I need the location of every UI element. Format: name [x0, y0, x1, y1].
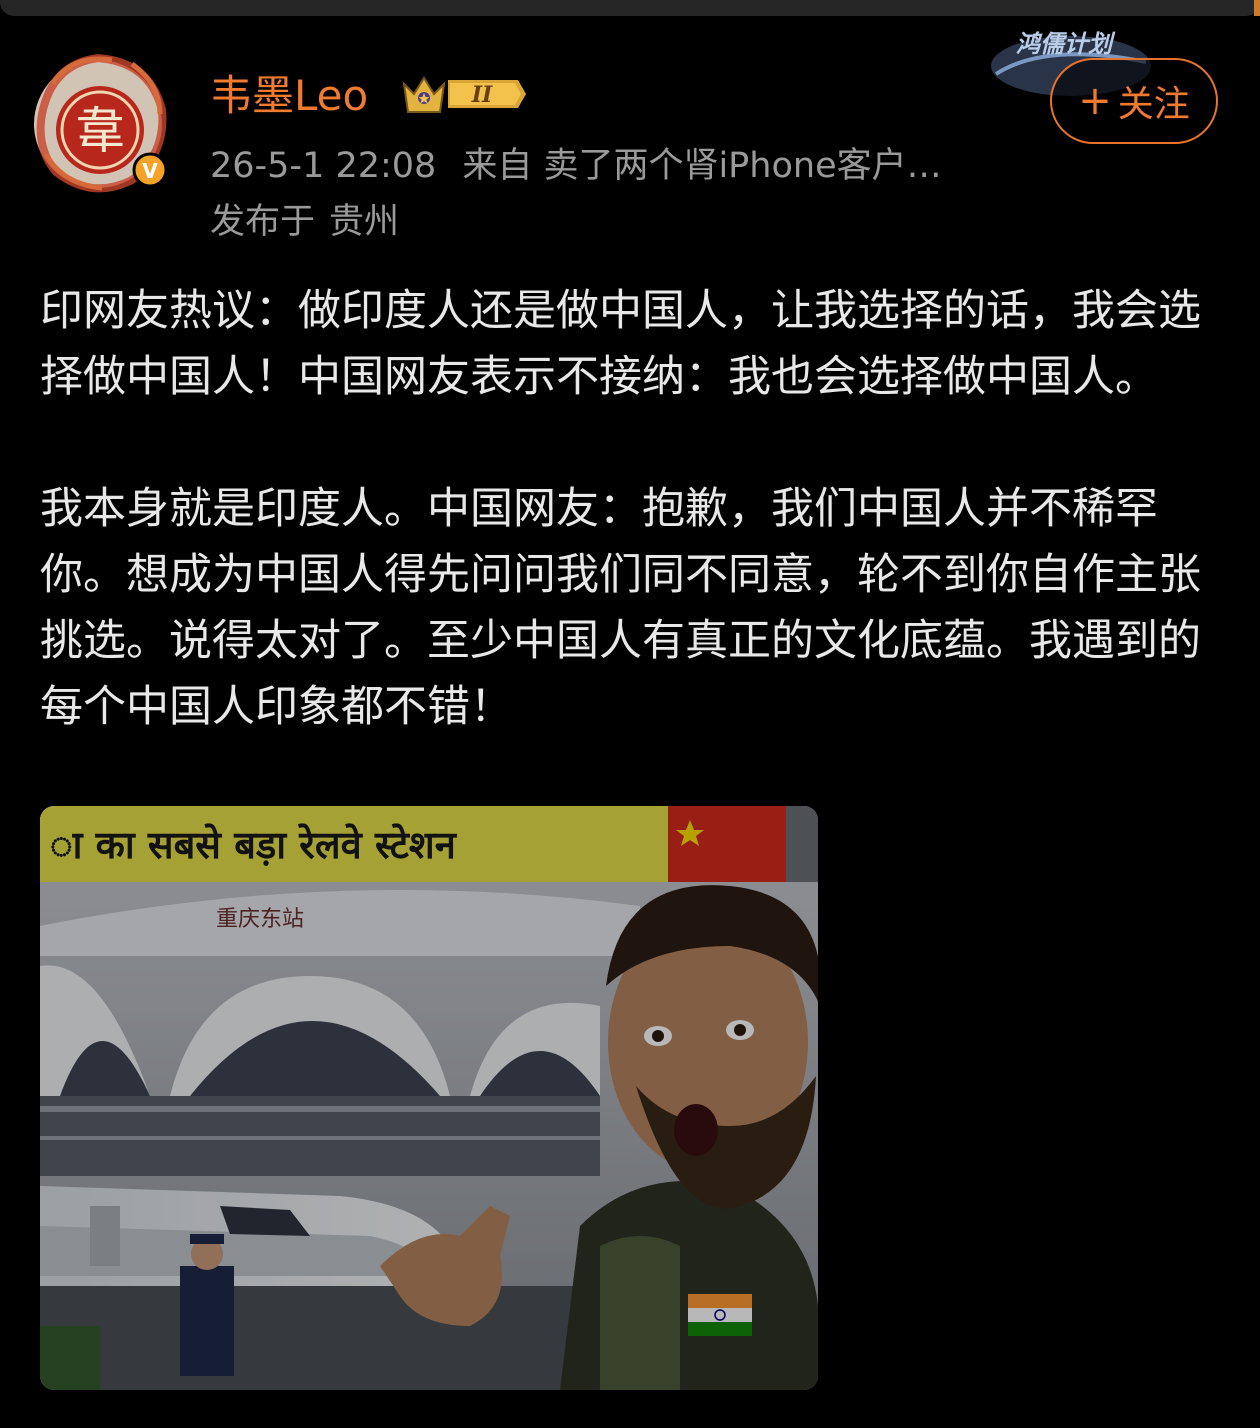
- follow-button[interactable]: + 关注: [1050, 58, 1218, 144]
- verified-icon: V: [142, 159, 158, 183]
- post-timestamp: 26-5-1 22:08: [210, 146, 437, 186]
- post-body: 印网友热议：做印度人还是做中国人，让我选择的话，我会选择做中国人！中国网友表示不…: [40, 278, 1220, 740]
- post-paragraph-2: 我本身就是印度人。中国网友：抱歉，我们中国人并不稀罕你。想成为中国人得先问问我们…: [40, 484, 1201, 732]
- author-name[interactable]: 韦墨Leo: [210, 70, 368, 122]
- avatar-char: 韋: [75, 102, 125, 160]
- avatar[interactable]: 韋 V: [32, 44, 172, 194]
- post-image[interactable]: ा का सबसे बड़ा रेलवे स्टेशन 重庆东站: [40, 806, 818, 1390]
- avatar-image: 韋 V: [34, 53, 168, 193]
- post-location: 发布于 贵州: [210, 200, 399, 244]
- follow-label: 关注: [1117, 84, 1190, 125]
- post-paragraph-1: 印网友热议：做印度人还是做中国人，让我选择的话，我会选择做中国人！中国网友表示不…: [40, 286, 1201, 402]
- post-source: 来自 卖了两个肾iPhone客户…: [462, 146, 942, 186]
- location-value: 贵州: [329, 202, 400, 242]
- location-prefix: 发布于: [210, 202, 316, 242]
- post-photo: ा का सबसे बड़ा रेलवे स्टेशन 重庆东站: [40, 806, 818, 1390]
- post-meta: 26-5-1 22:08 来自 卖了两个肾iPhone客户…: [210, 144, 1000, 188]
- scroll-indicator: [1254, 0, 1260, 16]
- vip-level: II: [471, 82, 493, 108]
- program-badge-text: 鸿儒计划: [1016, 30, 1116, 58]
- vip-crown-badge[interactable]: II: [400, 70, 528, 118]
- plus-icon: +: [1078, 78, 1112, 124]
- top-status-strip: [0, 0, 1260, 16]
- crown-icon: II: [402, 76, 526, 113]
